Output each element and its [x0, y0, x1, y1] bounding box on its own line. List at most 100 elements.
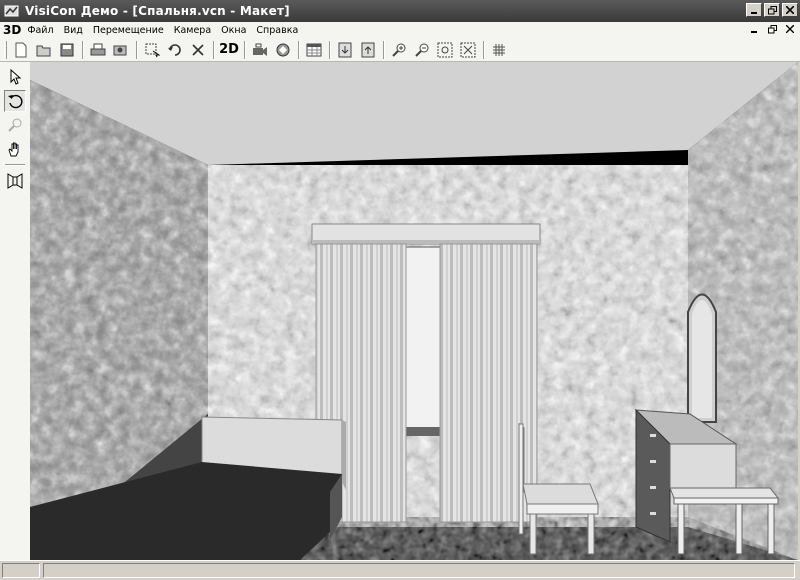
- zoom-window-button[interactable]: [434, 40, 456, 60]
- stool-leg: [677, 503, 685, 555]
- mirror-glass: [692, 300, 712, 418]
- stool-leg: [735, 503, 743, 555]
- new-button[interactable]: [10, 40, 32, 60]
- render-button[interactable]: [272, 40, 294, 60]
- render-icon: [276, 43, 290, 56]
- stool-top: [669, 487, 780, 499]
- zoom-in-icon: [392, 43, 406, 57]
- pointer-tool-button[interactable]: [4, 66, 26, 88]
- zoom-out-button[interactable]: [411, 40, 433, 60]
- camera-icon: [253, 43, 267, 56]
- dresser-side: [669, 443, 737, 489]
- bed-headboard-side: [342, 420, 346, 490]
- undo-icon: [168, 43, 181, 56]
- minimize-button[interactable]: [746, 3, 762, 17]
- menu-bar: 3D Файл Вид Перемещение Камера Окна Спра…: [0, 22, 800, 38]
- export-up-icon: [361, 42, 375, 57]
- room-scene: [30, 62, 798, 560]
- select-icon: [145, 43, 160, 57]
- chair-seat-front: [526, 503, 599, 515]
- zoom-all-icon: [460, 42, 476, 57]
- grid-icon: [493, 43, 505, 56]
- stool-leg: [767, 503, 775, 555]
- menu-view[interactable]: Вид: [64, 25, 83, 36]
- curtain-cornice-shadow: [312, 240, 540, 244]
- side-separator: [5, 164, 25, 166]
- view-2d-button[interactable]: 2D: [218, 40, 240, 60]
- dresser-handle: [650, 512, 656, 515]
- window-title: VisiCon Демо - [Спальня.vcn - Макет]: [25, 4, 290, 18]
- zoom-window-icon: [437, 42, 453, 57]
- status-panel-left: [2, 563, 40, 578]
- menu-move[interactable]: Перемещение: [93, 25, 164, 36]
- select-button[interactable]: [141, 40, 163, 60]
- zoom-icon: [8, 118, 22, 132]
- save-button[interactable]: [56, 40, 78, 60]
- close-button[interactable]: [782, 3, 798, 17]
- chair-back-post: [518, 423, 524, 535]
- menu-windows[interactable]: Окна: [221, 25, 246, 36]
- close-icon: [786, 25, 794, 33]
- menu-help[interactable]: Справка: [256, 25, 298, 36]
- toolbar-separator: [383, 40, 385, 59]
- save-icon: [60, 43, 74, 56]
- import-button[interactable]: [334, 40, 356, 60]
- rotate-icon: [8, 94, 23, 109]
- status-bar: [0, 560, 800, 580]
- grid-button[interactable]: [488, 40, 510, 60]
- walls-icon: [7, 173, 23, 189]
- main-toolbar: 2D: [0, 38, 800, 62]
- restore-button[interactable]: [764, 3, 780, 17]
- toolbar-separator: [483, 40, 485, 59]
- zoom-all-button[interactable]: [457, 40, 479, 60]
- pointer-icon: [10, 69, 22, 85]
- new-file-icon: [15, 42, 27, 57]
- export-icon: [113, 45, 127, 55]
- open-button[interactable]: [33, 40, 55, 60]
- side-toolbar: [0, 62, 30, 560]
- zoom-out-icon: [415, 43, 429, 57]
- open-file-icon: [36, 45, 51, 56]
- toolbar-separator: [136, 40, 138, 59]
- print-button[interactable]: [87, 40, 109, 60]
- table-icon: [306, 43, 322, 56]
- status-panel-main: [43, 563, 795, 578]
- mdi-minimize-button[interactable]: [748, 23, 760, 35]
- close-icon: [786, 6, 794, 14]
- print-icon: [90, 43, 106, 55]
- toolbar-separator: [244, 40, 246, 59]
- menu-camera[interactable]: Камера: [174, 25, 211, 36]
- undo-button[interactable]: [164, 40, 186, 60]
- zoom-in-button[interactable]: [388, 40, 410, 60]
- delete-icon: [192, 43, 204, 56]
- title-bar: VisiCon Демо - [Спальня.vcn - Макет]: [0, 0, 800, 22]
- app-logo: 3D: [3, 23, 22, 37]
- table-button[interactable]: [303, 40, 325, 60]
- pan-hand-icon: [8, 142, 19, 157]
- dresser-handle: [650, 434, 656, 437]
- delete-button[interactable]: [187, 40, 209, 60]
- mdi-close-button[interactable]: [784, 23, 796, 35]
- stool-front: [673, 497, 779, 505]
- chair-leg: [529, 513, 537, 555]
- rotate-tool-button[interactable]: [4, 90, 26, 112]
- walls-tool-button[interactable]: [4, 170, 26, 192]
- camera-button[interactable]: [249, 40, 271, 60]
- restore-icon: [767, 5, 777, 14]
- restore-icon: [767, 24, 777, 33]
- export-button[interactable]: [110, 40, 132, 60]
- 3d-viewport[interactable]: [30, 62, 798, 560]
- toolbar-separator: [213, 40, 215, 59]
- chair-leg: [587, 513, 595, 555]
- pan-tool-button[interactable]: [4, 138, 26, 160]
- mdi-restore-button[interactable]: [766, 23, 778, 35]
- menu-file[interactable]: Файл: [27, 25, 53, 36]
- toolbar-grip[interactable]: [4, 40, 7, 59]
- chair-seat: [522, 483, 599, 505]
- zoom-tool-button[interactable]: [4, 114, 26, 136]
- dresser-handle: [650, 486, 656, 489]
- toolbar-separator: [329, 40, 331, 59]
- app-icon: [4, 5, 19, 17]
- window-sill: [402, 427, 446, 436]
- export-up-button[interactable]: [357, 40, 379, 60]
